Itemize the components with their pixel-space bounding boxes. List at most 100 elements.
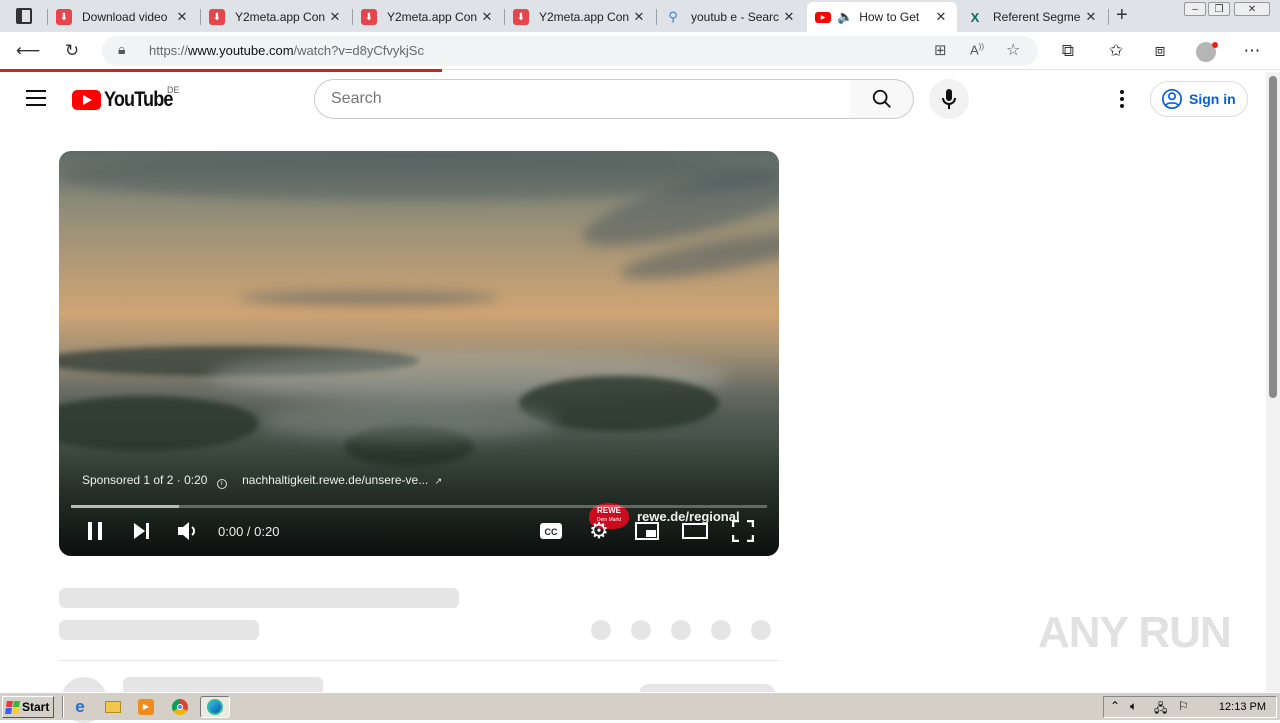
taskbar-clock[interactable]: 12:13 PM bbox=[1219, 701, 1266, 713]
address-bar[interactable]: 🔒︎ https://www.youtube.com/watch?v=d8yCf… bbox=[102, 36, 1038, 66]
download-icon: ⬇ bbox=[513, 9, 529, 25]
close-window-button[interactable]: ✕ bbox=[1234, 2, 1270, 16]
read-aloud-icon[interactable]: A)) bbox=[970, 42, 984, 57]
url-text[interactable]: https://www.youtube.com/watch?v=d8yCfvyk… bbox=[149, 43, 424, 58]
close-icon[interactable]: ✕ bbox=[327, 9, 343, 25]
search-input[interactable] bbox=[315, 80, 850, 118]
lock-icon[interactable]: 🔒︎ bbox=[118, 41, 125, 58]
svg-text:CC: CC bbox=[545, 527, 558, 537]
next-button[interactable] bbox=[129, 519, 153, 543]
browser-toolbar: ⟵ ↻ 🔒︎ https://www.youtube.com/watch?v=d… bbox=[0, 32, 1280, 70]
action-center-flag-icon[interactable]: ⚐ bbox=[1178, 699, 1189, 713]
youtube-icon: ▶ bbox=[815, 11, 831, 23]
back-button[interactable]: ⟵ bbox=[14, 38, 42, 64]
time-display: 0:00 / 0:20 bbox=[218, 524, 280, 539]
tab-referent-segment[interactable]: X Referent Segme ✕ bbox=[959, 2, 1107, 32]
youtube-play-logo-icon bbox=[72, 90, 101, 110]
external-link-icon[interactable]: ↗ bbox=[435, 476, 443, 486]
volume-tray-icon[interactable]: 🔈︎ bbox=[1130, 699, 1137, 714]
voice-search-button[interactable] bbox=[929, 79, 969, 119]
tab-separator bbox=[1108, 9, 1109, 25]
refresh-button[interactable]: ↻ bbox=[58, 38, 86, 64]
pause-button[interactable] bbox=[83, 519, 107, 543]
sign-in-button[interactable]: Sign in bbox=[1150, 81, 1248, 117]
anyrun-watermark: ANY RUN bbox=[1038, 608, 1232, 657]
subtitles-button[interactable]: CC bbox=[537, 519, 565, 543]
browser-tab-strip: ⬇ Download video ✕ ⬇ Y2meta.app Con ✕ ⬇ … bbox=[0, 0, 1280, 32]
collections-icon[interactable]: ⧈ bbox=[1146, 38, 1174, 64]
download-icon: ⬇ bbox=[209, 9, 225, 25]
start-label: Start bbox=[22, 700, 50, 714]
system-tray: ⌃ 🔈︎ 🖧 ⚐ 12:13 PM bbox=[1103, 696, 1277, 718]
hamburger-menu-icon[interactable] bbox=[26, 90, 46, 106]
close-icon[interactable]: ✕ bbox=[174, 9, 190, 25]
progress-bar[interactable] bbox=[71, 505, 767, 508]
sign-in-label: Sign in bbox=[1189, 91, 1236, 107]
close-icon[interactable]: ✕ bbox=[479, 9, 495, 25]
start-button[interactable]: Start bbox=[2, 696, 54, 718]
video-frame-cloud bbox=[59, 151, 779, 201]
tab-title: How to Get bbox=[859, 10, 920, 24]
tab-y2meta-1[interactable]: ⬇ Y2meta.app Con ✕ bbox=[201, 2, 351, 32]
search-button[interactable] bbox=[850, 79, 914, 119]
close-icon[interactable]: ✕ bbox=[631, 9, 647, 25]
action-placeholder bbox=[751, 620, 771, 640]
tab-youtube-search[interactable]: ⚲ youtub e - Searc ✕ bbox=[657, 2, 805, 32]
settings-button[interactable]: ⚙ bbox=[587, 518, 611, 543]
more-options-icon[interactable] bbox=[1110, 85, 1134, 113]
file-explorer-icon[interactable] bbox=[103, 697, 123, 717]
url-prefix: https:// bbox=[149, 43, 189, 58]
progress-buffer bbox=[71, 505, 179, 508]
extensions-icon[interactable]: ⧉ bbox=[1054, 38, 1082, 64]
title-placeholder bbox=[59, 588, 459, 608]
miniplayer-icon bbox=[635, 522, 659, 540]
info-icon[interactable]: i bbox=[216, 479, 227, 489]
action-placeholder bbox=[671, 620, 691, 640]
close-icon[interactable]: ✕ bbox=[781, 9, 797, 25]
theater-mode-button[interactable] bbox=[681, 519, 709, 543]
volume-button[interactable] bbox=[175, 519, 201, 543]
media-player-icon[interactable]: ▶ bbox=[136, 697, 156, 717]
page-scrollbar[interactable] bbox=[1266, 72, 1280, 692]
action-placeholder bbox=[591, 620, 611, 640]
edge-icon[interactable] bbox=[200, 696, 230, 718]
add-favorite-icon[interactable]: ☆ bbox=[1006, 40, 1020, 60]
chrome-icon[interactable] bbox=[170, 697, 190, 717]
account-icon bbox=[1162, 89, 1182, 109]
favorites-icon[interactable]: ✩ bbox=[1102, 38, 1130, 64]
show-hidden-icons[interactable]: ⌃ bbox=[1110, 699, 1120, 713]
new-tab-button[interactable]: + bbox=[1116, 4, 1128, 27]
tab-actions-icon[interactable] bbox=[16, 8, 32, 24]
minimize-button[interactable]: – bbox=[1184, 2, 1206, 16]
tab-download-video[interactable]: ⬇ Download video ✕ bbox=[48, 2, 198, 32]
profile-alert-dot bbox=[1212, 42, 1218, 48]
app-available-icon[interactable]: ⊞ bbox=[934, 41, 947, 59]
video-player[interactable]: Sponsored 1 of 2 · 0:20 i nachhaltigkeit… bbox=[59, 151, 779, 556]
pause-icon bbox=[88, 522, 102, 540]
divider bbox=[59, 660, 779, 661]
logo-text: YouTube bbox=[104, 88, 173, 111]
close-icon[interactable]: ✕ bbox=[1083, 9, 1099, 25]
network-tray-icon[interactable]: 🖧 bbox=[1154, 699, 1167, 720]
search-box[interactable] bbox=[314, 79, 851, 119]
tab-title: youtub e - Searc bbox=[691, 10, 780, 24]
scroll-thumb[interactable] bbox=[1269, 76, 1277, 398]
tab-y2meta-3[interactable]: ⬇ Y2meta.app Con ✕ bbox=[505, 2, 655, 32]
xing-icon: X bbox=[970, 9, 980, 25]
settings-menu-icon[interactable]: ⋯ bbox=[1238, 38, 1266, 64]
restore-button[interactable]: ❐ bbox=[1208, 2, 1230, 16]
tab-how-to-get[interactable]: ▶ 🔈 How to Get ✕ bbox=[807, 2, 957, 32]
close-icon[interactable]: ✕ bbox=[933, 9, 949, 25]
speaker-icon[interactable]: 🔈 bbox=[837, 9, 853, 25]
tab-y2meta-2[interactable]: ⬇ Y2meta.app Con ✕ bbox=[353, 2, 503, 32]
youtube-header: YouTube DE Sign in bbox=[0, 72, 1266, 128]
tab-title: Y2meta.app Con bbox=[387, 10, 478, 24]
internet-explorer-icon[interactable]: e bbox=[70, 697, 90, 717]
download-icon: ⬇ bbox=[361, 9, 377, 25]
windows-logo-icon bbox=[5, 700, 20, 714]
ad-info: Sponsored 1 of 2 · 0:20 i nachhaltigkeit… bbox=[82, 473, 442, 489]
fullscreen-button[interactable] bbox=[729, 519, 757, 543]
ad-link[interactable]: nachhaltigkeit.rewe.de/unsere-ve... bbox=[242, 473, 428, 487]
gear-icon: ⚙ bbox=[589, 518, 609, 543]
miniplayer-button[interactable] bbox=[633, 519, 661, 543]
